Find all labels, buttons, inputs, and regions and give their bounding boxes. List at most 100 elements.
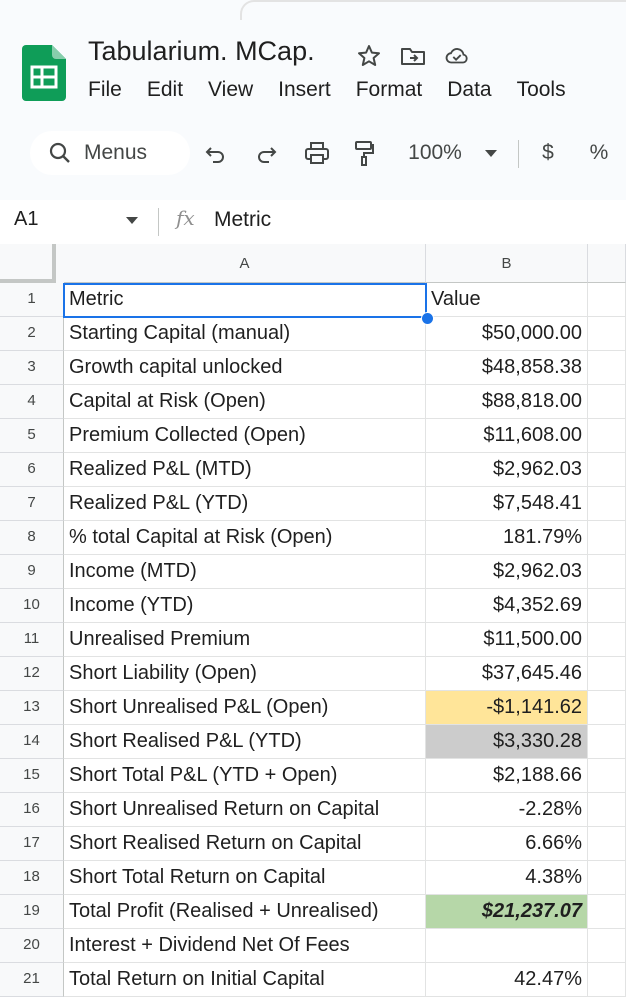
cell-metric[interactable]: Short Realised P&L (YTD) — [64, 725, 426, 759]
name-box[interactable]: A1 — [14, 208, 38, 231]
row-header[interactable]: 13 — [0, 691, 64, 725]
cell-empty[interactable] — [588, 623, 626, 657]
row-header[interactable]: 15 — [0, 759, 64, 793]
row-header[interactable]: 4 — [0, 385, 64, 419]
cell-metric[interactable]: Total Return on Initial Capital — [64, 963, 426, 997]
cell-metric[interactable]: Capital at Risk (Open) — [64, 385, 426, 419]
cell-empty[interactable] — [588, 895, 626, 929]
cell-empty[interactable] — [588, 861, 626, 895]
row-header[interactable]: 6 — [0, 453, 64, 487]
menu-format[interactable]: Format — [356, 78, 423, 102]
row-header[interactable]: 11 — [0, 623, 64, 657]
cell-value[interactable]: $4,352.69 — [426, 589, 588, 623]
column-header-b[interactable]: B — [426, 244, 588, 283]
cell-value[interactable]: 181.79% — [426, 521, 588, 555]
cell-empty[interactable] — [588, 283, 626, 317]
cell-metric[interactable]: Realized P&L (MTD) — [64, 453, 426, 487]
row-header[interactable]: 16 — [0, 793, 64, 827]
row-header[interactable]: 12 — [0, 657, 64, 691]
row-header[interactable]: 17 — [0, 827, 64, 861]
cell-empty[interactable] — [588, 555, 626, 589]
move-to-folder-icon[interactable] — [400, 43, 426, 69]
cell-value[interactable] — [426, 929, 588, 963]
fill-handle[interactable] — [421, 312, 434, 325]
cell-metric[interactable]: Short Total Return on Capital — [64, 861, 426, 895]
cell-empty[interactable] — [588, 453, 626, 487]
row-header[interactable]: 20 — [0, 929, 64, 963]
cloud-saved-icon[interactable] — [444, 43, 470, 69]
row-header[interactable]: 9 — [0, 555, 64, 589]
undo-button[interactable] — [203, 138, 229, 168]
redo-button[interactable] — [253, 138, 279, 168]
search-menus-button[interactable]: Menus — [30, 131, 190, 175]
cell-metric[interactable]: Unrealised Premium — [64, 623, 426, 657]
row-header[interactable]: 19 — [0, 895, 64, 929]
cell-empty[interactable] — [588, 487, 626, 521]
row-header[interactable]: 7 — [0, 487, 64, 521]
cell-empty[interactable] — [588, 827, 626, 861]
row-header[interactable]: 3 — [0, 351, 64, 385]
cell-value[interactable]: $21,237.07 — [426, 895, 588, 929]
cell-metric[interactable]: Metric — [64, 283, 426, 317]
cell-metric[interactable]: Short Realised Return on Capital — [64, 827, 426, 861]
row-header[interactable]: 21 — [0, 963, 64, 997]
cell-empty[interactable] — [588, 691, 626, 725]
row-header[interactable]: 1 — [0, 283, 64, 317]
cell-metric[interactable]: Growth capital unlocked — [64, 351, 426, 385]
cell-value[interactable]: $11,500.00 — [426, 623, 588, 657]
cell-metric[interactable]: Income (MTD) — [64, 555, 426, 589]
row-header[interactable]: 8 — [0, 521, 64, 555]
cell-metric[interactable]: Premium Collected (Open) — [64, 419, 426, 453]
cell-empty[interactable] — [588, 351, 626, 385]
cell-value[interactable]: -$1,141.62 — [426, 691, 588, 725]
cell-metric[interactable]: Total Profit (Realised + Unrealised) — [64, 895, 426, 929]
currency-format-button[interactable]: $ — [537, 138, 559, 168]
row-header[interactable]: 14 — [0, 725, 64, 759]
cell-metric[interactable]: Interest + Dividend Net Of Fees — [64, 929, 426, 963]
cell-value[interactable]: $48,858.38 — [426, 351, 588, 385]
formula-input[interactable]: Metric — [214, 208, 271, 232]
menu-edit[interactable]: Edit — [147, 78, 183, 102]
cell-empty[interactable] — [588, 759, 626, 793]
row-header[interactable]: 5 — [0, 419, 64, 453]
cell-metric[interactable]: Income (YTD) — [64, 589, 426, 623]
cell-empty[interactable] — [588, 589, 626, 623]
cell-metric[interactable]: Short Unrealised Return on Capital — [64, 793, 426, 827]
cell-value[interactable]: $2,962.03 — [426, 453, 588, 487]
cell-value[interactable]: -2.28% — [426, 793, 588, 827]
sheets-logo-icon[interactable] — [22, 45, 66, 101]
print-button[interactable] — [303, 138, 331, 168]
select-all-corner[interactable] — [0, 244, 56, 283]
menu-file[interactable]: File — [88, 78, 122, 102]
cell-value[interactable]: $2,962.03 — [426, 555, 588, 589]
cell-value[interactable]: 6.66% — [426, 827, 588, 861]
cell-empty[interactable] — [588, 521, 626, 555]
cell-empty[interactable] — [588, 725, 626, 759]
cell-value[interactable]: $11,608.00 — [426, 419, 588, 453]
column-header-a[interactable]: A — [64, 244, 426, 283]
star-icon[interactable] — [356, 43, 382, 69]
cell-empty[interactable] — [588, 929, 626, 963]
cell-empty[interactable] — [588, 317, 626, 351]
cell-metric[interactable]: % total Capital at Risk (Open) — [64, 521, 426, 555]
cell-metric[interactable]: Short Unrealised P&L (Open) — [64, 691, 426, 725]
cell-value[interactable]: $3,330.28 — [426, 725, 588, 759]
zoom-value[interactable]: 100% — [404, 138, 466, 168]
row-header[interactable]: 2 — [0, 317, 64, 351]
cell-metric[interactable]: Realized P&L (YTD) — [64, 487, 426, 521]
zoom-dropdown-button[interactable] — [481, 138, 501, 168]
menu-data[interactable]: Data — [447, 78, 491, 102]
name-box-dropdown-icon[interactable] — [126, 217, 138, 224]
menu-view[interactable]: View — [208, 78, 253, 102]
cell-value[interactable]: $37,645.46 — [426, 657, 588, 691]
percent-format-button[interactable]: % — [588, 138, 610, 168]
document-title[interactable]: Tabularium. MCap. — [88, 36, 315, 67]
column-header-c[interactable] — [588, 244, 626, 283]
row-header[interactable]: 10 — [0, 589, 64, 623]
cell-metric[interactable]: Short Total P&L (YTD + Open) — [64, 759, 426, 793]
cell-value[interactable]: 42.47% — [426, 963, 588, 997]
cell-value[interactable]: $7,548.41 — [426, 487, 588, 521]
cell-value[interactable]: $50,000.00 — [426, 317, 588, 351]
menu-tools[interactable]: Tools — [517, 78, 566, 102]
cell-value[interactable]: $2,188.66 — [426, 759, 588, 793]
